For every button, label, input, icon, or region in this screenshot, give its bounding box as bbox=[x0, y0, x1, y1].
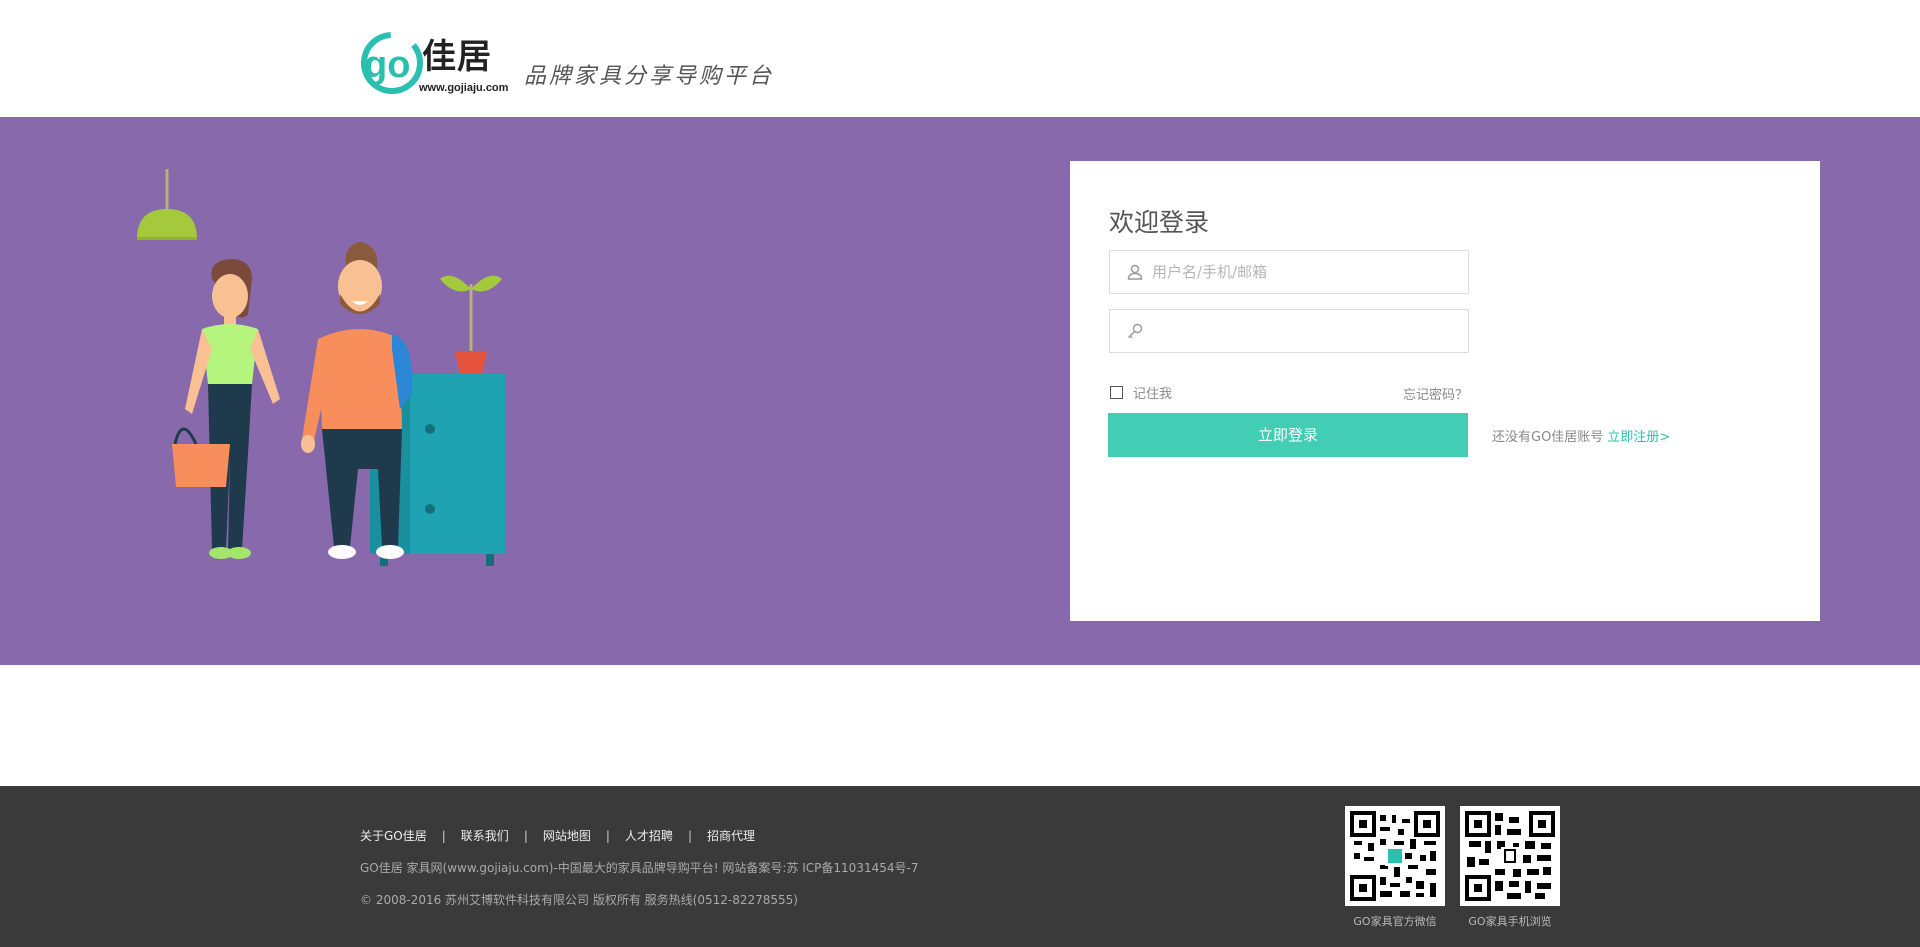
footer-link-jobs[interactable]: 人才招聘 bbox=[625, 827, 673, 844]
site-slogan: 品牌家具分享导购平台 bbox=[524, 64, 775, 89]
footer-separator: | bbox=[441, 828, 446, 843]
password-field-wrapper bbox=[1109, 309, 1469, 353]
header: go 佳居 www.gojiaju.com 品牌家具分享导购平台 bbox=[0, 0, 1920, 117]
wechat-qr: GO家具官方微信 bbox=[1345, 806, 1445, 929]
footer-link-sitemap[interactable]: 网站地图 bbox=[543, 827, 591, 844]
couple-illustration bbox=[137, 169, 505, 566]
footer-separator: | bbox=[523, 828, 528, 843]
key-icon bbox=[1128, 323, 1143, 339]
login-title: 欢迎登录 bbox=[1109, 208, 1210, 237]
footer-copyright: © 2008-2016 苏州艾博软件科技有限公司 版权所有 服务热线(0512-… bbox=[360, 893, 798, 907]
site-logo[interactable]: go 佳居 www.gojiaju.com bbox=[358, 27, 508, 99]
footer-link-partners[interactable]: 招商代理 bbox=[707, 827, 755, 844]
wechat-qr-caption: GO家具官方微信 bbox=[1353, 915, 1437, 928]
footer-link-about[interactable]: 关于GO佳居 bbox=[360, 827, 427, 844]
login-button[interactable]: 立即登录 bbox=[1108, 413, 1468, 457]
remember-me-label: 记住我 bbox=[1133, 387, 1173, 402]
username-field-wrapper bbox=[1109, 250, 1469, 294]
go-logo-icon: go bbox=[361, 32, 423, 94]
password-input[interactable] bbox=[1152, 310, 1462, 352]
register-link[interactable]: 立即注册> bbox=[1607, 430, 1670, 445]
mobile-qr-code bbox=[1460, 806, 1560, 906]
user-icon bbox=[1127, 264, 1143, 280]
mobile-qr: GO家具手机浏览 bbox=[1460, 806, 1560, 929]
footer-nav: 关于GO佳居 | 联系我们 | 网站地图 | 人才招聘 | 招商代理 bbox=[360, 827, 755, 844]
no-account-text: 还没有GO佳居账号 bbox=[1492, 430, 1604, 445]
logo-url: www.gojiaju.com bbox=[419, 82, 509, 94]
footer: 关于GO佳居 | 联系我们 | 网站地图 | 人才招聘 | 招商代理 GO佳居 … bbox=[0, 786, 1920, 947]
svg-text:go: go bbox=[364, 44, 410, 86]
footer-site-info: GO佳居 家具网(www.gojiaju.com)-中国最大的家具品牌导购平台!… bbox=[360, 861, 919, 875]
login-banner: 欢迎登录 记住我 忘记密码？ 立即登录 还没有GO佳居账号立即注册> bbox=[0, 117, 1920, 665]
footer-separator: | bbox=[605, 828, 610, 843]
footer-separator: | bbox=[687, 828, 692, 843]
logo-text: 佳居 bbox=[422, 37, 492, 77]
forgot-password-link[interactable]: 忘记密码？ bbox=[1388, 384, 1468, 403]
wechat-qr-code bbox=[1345, 806, 1445, 906]
username-input[interactable] bbox=[1152, 251, 1462, 293]
remember-me[interactable]: 记住我 bbox=[1110, 383, 1172, 402]
remember-me-checkbox[interactable] bbox=[1110, 386, 1123, 399]
footer-link-contact[interactable]: 联系我们 bbox=[461, 827, 509, 844]
login-panel: 欢迎登录 记住我 忘记密码？ 立即登录 还没有GO佳居账号立即注册> bbox=[1070, 161, 1820, 621]
register-prompt: 还没有GO佳居账号 立即注册> bbox=[1492, 426, 1670, 445]
mobile-qr-caption: GO家具手机浏览 bbox=[1468, 915, 1552, 928]
